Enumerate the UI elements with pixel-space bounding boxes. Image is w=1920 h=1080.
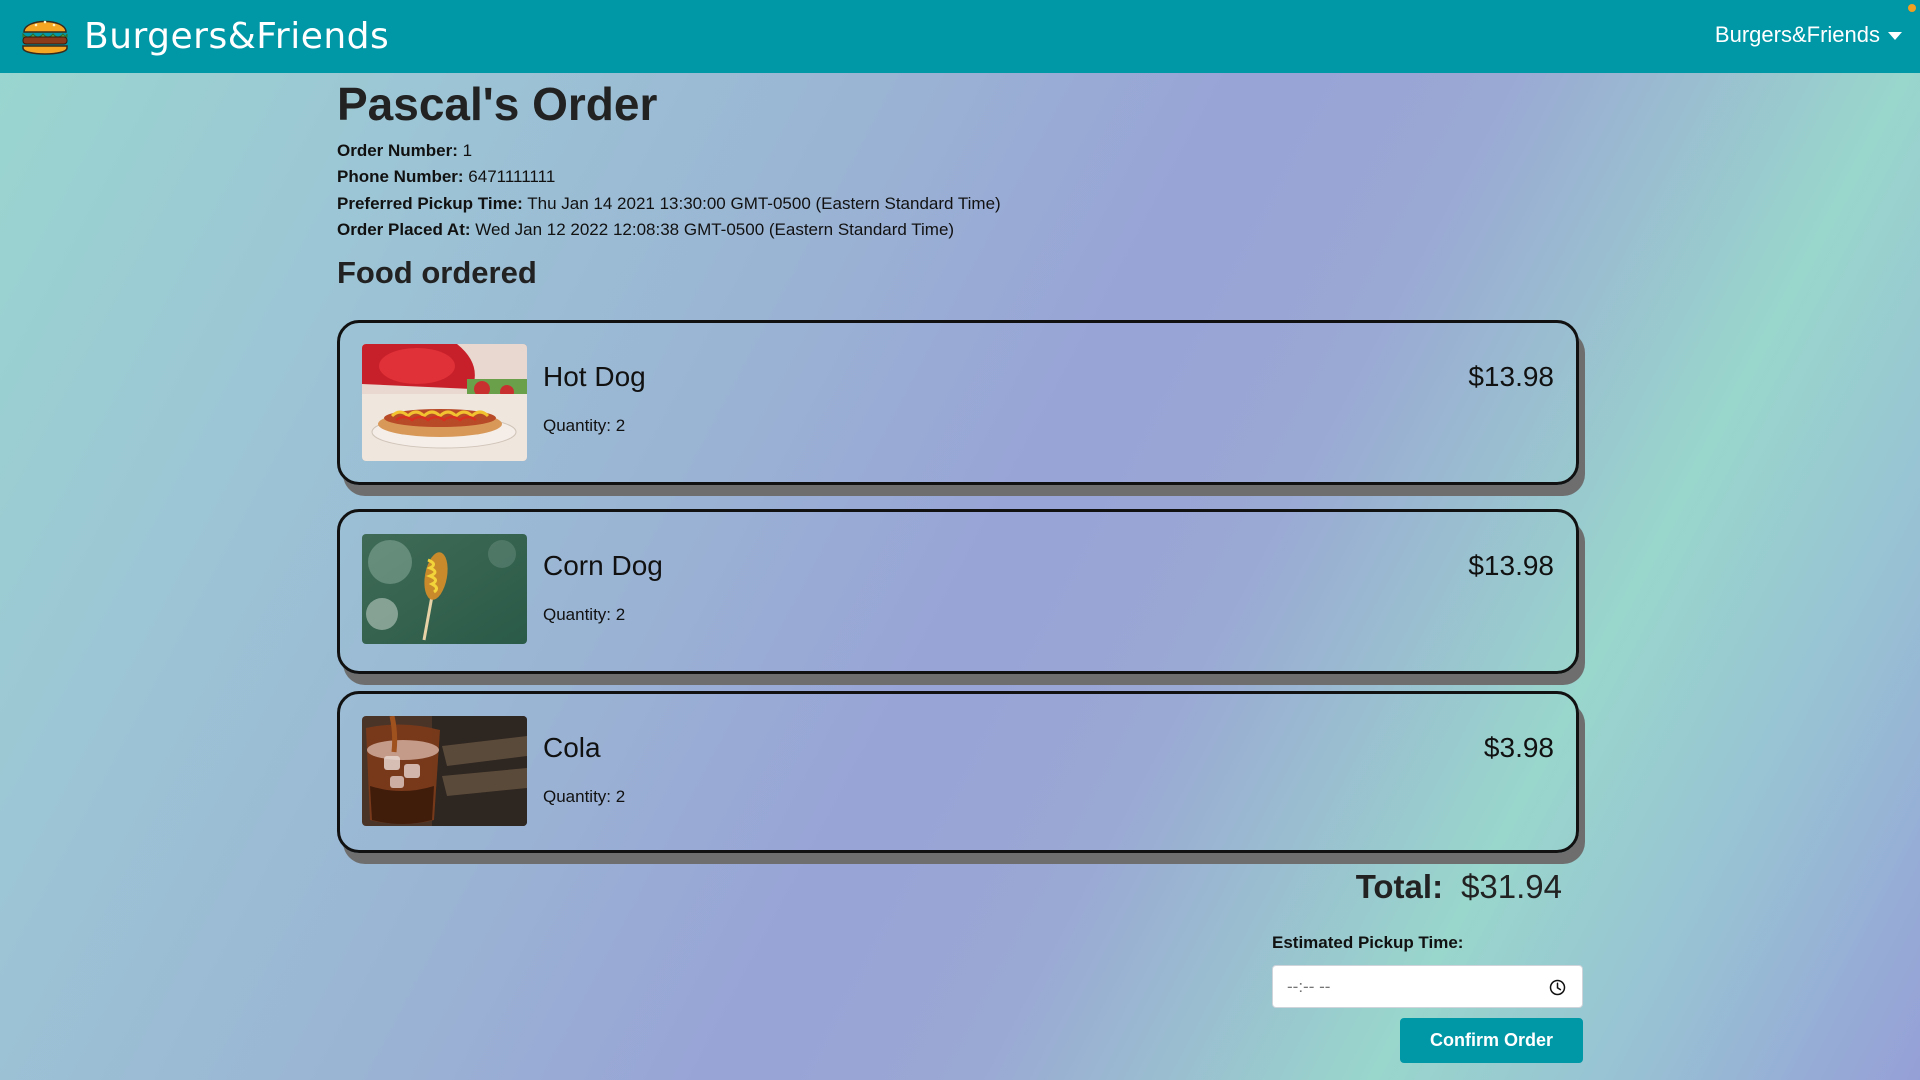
order-total: Total: $31.94 (1356, 868, 1562, 906)
caret-down-icon (1888, 32, 1902, 40)
total-value: $31.94 (1461, 868, 1562, 905)
item-quantity: Quantity: 2 (543, 787, 626, 806)
item-name: Corn Dog (543, 550, 663, 581)
burger-icon (22, 20, 68, 55)
account-dropdown[interactable]: Burgers&Friends (1715, 22, 1902, 48)
order-number-line: Order Number: 1 (337, 138, 1001, 164)
phone-number-line: Phone Number: 6471111111 (337, 164, 1001, 190)
item-name: Hot Dog (543, 361, 646, 392)
total-label: Total: (1355, 868, 1444, 905)
estimated-pickup-field (1272, 965, 1583, 1008)
phone-number-label: Phone Number: (337, 167, 464, 187)
page-title: Pascal's Order (337, 78, 658, 130)
top-navbar: Burgers&Friends Burgers&Friends (0, 0, 1920, 73)
item-quantity: Quantity: 2 (543, 605, 626, 624)
estimated-pickup-input[interactable] (1273, 966, 1582, 1007)
order-number-value: 1 (462, 141, 473, 160)
phone-number-value: 6471111111 (468, 167, 556, 187)
order-placed-value: Wed Jan 12 2022 12:08:38 GMT-0500 (Easte… (475, 219, 955, 239)
item-quantity: Quantity: 2 (543, 416, 626, 435)
preferred-pickup-label: Preferred Pickup Time: (337, 193, 523, 213)
food-ordered-heading: Food ordered (337, 255, 537, 290)
brand-link[interactable]: Burgers&Friends (18, 12, 389, 60)
corn-dog-photo (362, 534, 527, 644)
notification-dot (1908, 4, 1916, 12)
order-placed-line: Order Placed At: Wed Jan 12 2022 12:08:3… (337, 217, 1001, 243)
clock-icon[interactable] (1549, 979, 1566, 996)
order-item-card: Hot Dog Quantity: 2 $13.98 (337, 320, 1579, 485)
order-number-label: Order Number: (337, 141, 458, 160)
cola-photo (362, 716, 527, 826)
order-item-card: Corn Dog Quantity: 2 $13.98 (337, 509, 1579, 674)
confirm-order-button[interactable]: Confirm Order (1400, 1018, 1583, 1063)
preferred-pickup-line: Preferred Pickup Time: Thu Jan 14 2021 1… (337, 191, 1001, 217)
brand-name: Burgers&Friends (84, 15, 390, 57)
account-dropdown-label: Burgers&Friends (1714, 22, 1880, 47)
hot-dog-photo (362, 344, 527, 461)
item-price: $13.98 (1468, 550, 1554, 581)
estimated-pickup-label: Estimated Pickup Time: (1272, 933, 1464, 952)
preferred-pickup-value: Thu Jan 14 2021 13:30:00 GMT-0500 (Easte… (527, 193, 1001, 213)
order-placed-label: Order Placed At: (337, 219, 471, 239)
item-name: Cola (543, 732, 601, 763)
order-item-card: Cola Quantity: 2 $3.98 (337, 691, 1579, 853)
item-price: $3.98 (1483, 732, 1554, 763)
order-info: Order Number: 1 Phone Number: 6471111111… (337, 138, 1001, 243)
item-price: $13.98 (1468, 361, 1554, 392)
